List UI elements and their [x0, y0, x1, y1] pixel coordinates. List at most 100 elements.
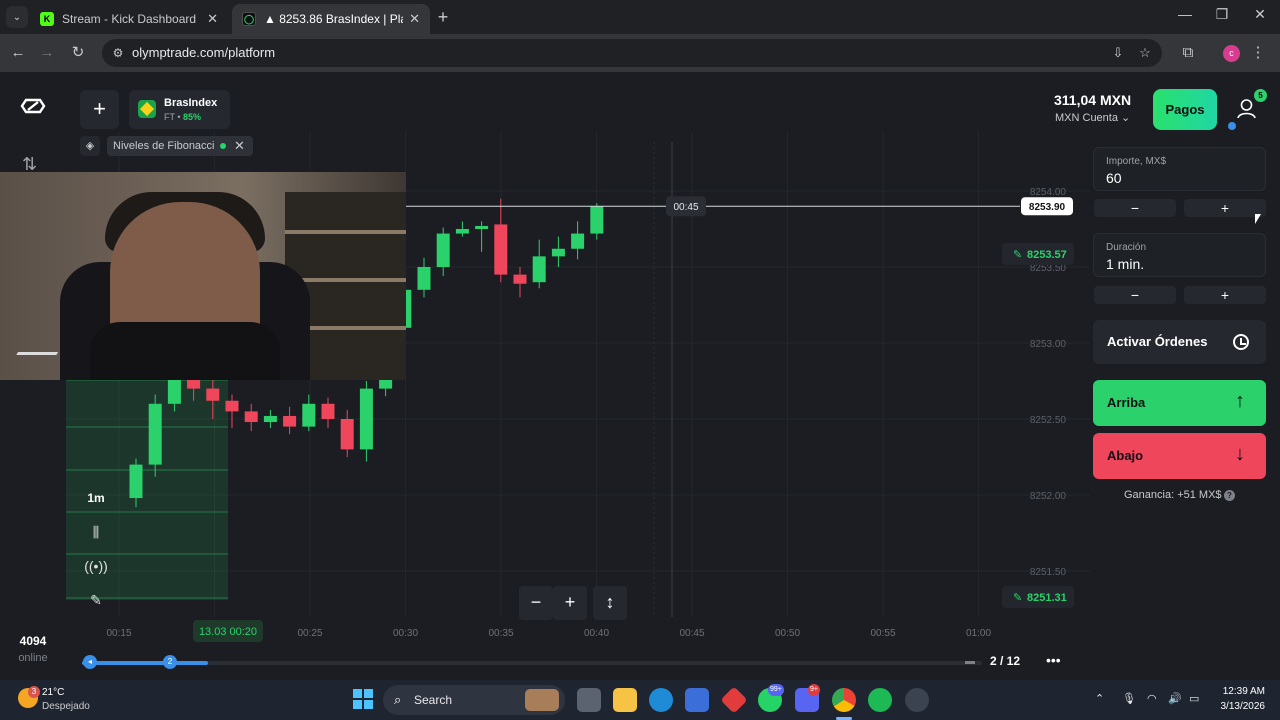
timeline-scrollbar[interactable]: ◂ 2: [82, 655, 982, 669]
back-button[interactable]: ←: [8, 43, 28, 63]
up-button[interactable]: Arriba ↑: [1093, 380, 1266, 426]
amount-field[interactable]: Importe, MX$ 60: [1093, 147, 1266, 191]
asset-selector[interactable]: BrasIndex FT • 85%: [129, 90, 230, 129]
add-asset-button[interactable]: +: [80, 90, 119, 129]
windows-start-icon[interactable]: [352, 688, 376, 712]
weather-badge: 3: [28, 686, 40, 698]
profile-avatar[interactable]: c: [1223, 45, 1240, 62]
battery-icon[interactable]: ▭: [1189, 692, 1199, 705]
duration-increase-button[interactable]: +: [1184, 286, 1266, 304]
store-icon[interactable]: [685, 688, 709, 712]
install-app-icon[interactable]: ⇩: [1110, 45, 1126, 61]
price-label: 8253.00: [1030, 339, 1067, 350]
arrow-up-icon: ↑: [1235, 390, 1245, 412]
menu-icon[interactable]: ⋮: [1248, 43, 1268, 63]
close-window-button[interactable]: ✕: [1245, 6, 1275, 23]
close-icon[interactable]: ✕: [207, 11, 218, 27]
upper-line-label: 8253.57: [1027, 249, 1067, 261]
timer-label: 00:45: [673, 202, 698, 213]
amount-decrease-button[interactable]: −: [1094, 199, 1176, 217]
zoom-in-button[interactable]: +: [553, 586, 587, 620]
extensions-icon[interactable]: ⧉: [1178, 43, 1198, 63]
reload-button[interactable]: ↻: [68, 43, 88, 63]
new-tab-button[interactable]: +: [434, 8, 452, 26]
address-bar[interactable]: ⚙ olymptrade.com/platform ⇩ ☆: [102, 39, 1162, 67]
notification-badge: 5: [1254, 89, 1267, 102]
tab-search-button[interactable]: ⌄: [6, 6, 28, 28]
pencil-icon: ✎: [1013, 249, 1022, 261]
show-hidden-icons[interactable]: ⌃: [1095, 692, 1104, 705]
candle-body: [494, 224, 508, 275]
timeline-start-handle[interactable]: ◂: [83, 655, 97, 669]
settings-icon[interactable]: [905, 688, 929, 712]
close-icon[interactable]: ✕: [409, 11, 420, 27]
tab-kick-dashboard[interactable]: K Stream - Kick Dashboard ✕: [30, 4, 228, 34]
task-view-icon[interactable]: [577, 688, 601, 712]
olymptrade-logo[interactable]: [20, 98, 46, 114]
chrome-icon[interactable]: [832, 688, 856, 712]
autoscale-button[interactable]: ↕: [593, 586, 627, 620]
site-settings-icon[interactable]: ⚙: [110, 45, 126, 61]
amount-increase-button[interactable]: +: [1184, 199, 1266, 217]
account-balance[interactable]: 311,04 MXN: [1054, 92, 1131, 108]
edge-icon[interactable]: [649, 688, 673, 712]
account-selector[interactable]: MXN Cuenta ⌄: [1055, 111, 1130, 124]
timeframe-button[interactable]: 1m: [80, 484, 112, 512]
time-label: 00:50: [775, 628, 800, 639]
app-red-icon[interactable]: [720, 686, 748, 714]
price-label: 8252.50: [1030, 415, 1067, 426]
olymptrade-icon: ◯: [242, 12, 256, 26]
down-label: Abajo: [1107, 448, 1144, 463]
signals-icon[interactable]: ((•)): [80, 552, 112, 580]
drawing-tools-icon[interactable]: ✎: [80, 586, 112, 614]
time-label: 00:15: [106, 628, 131, 639]
minimize-button[interactable]: —: [1170, 6, 1200, 22]
help-icon[interactable]: ?: [1224, 490, 1235, 501]
taskbar-search[interactable]: ⌕ Search: [383, 685, 565, 715]
file-explorer-icon[interactable]: [613, 688, 637, 712]
spotify-icon[interactable]: [868, 688, 892, 712]
wifi-icon[interactable]: ◠: [1147, 692, 1157, 705]
time-highlight-label: 13.03 00:20: [199, 626, 257, 638]
tab-olymptrade[interactable]: ◯ ▲ 8253.86 BrasIndex | Plataform ✕: [232, 4, 430, 34]
duration-decrease-button[interactable]: −: [1094, 286, 1176, 304]
duration-value: 1 min.: [1106, 256, 1145, 272]
pagination[interactable]: 2 / 12: [990, 654, 1020, 668]
time-label: 00:25: [297, 628, 322, 639]
taskbar-time[interactable]: 12:39 AM: [1221, 686, 1265, 697]
pending-orders-button[interactable]: Activar Órdenes: [1093, 320, 1266, 364]
candle-body: [436, 233, 450, 267]
duration-field[interactable]: Duración 1 min.: [1093, 233, 1266, 277]
candle-body: [206, 388, 220, 401]
close-icon[interactable]: ✕: [234, 136, 245, 156]
zoom-controls: − + ↕: [519, 586, 627, 620]
candle-body: [225, 400, 239, 412]
microphone-icon[interactable]: 🎙: [1122, 692, 1136, 705]
payments-button[interactable]: Pagos: [1153, 89, 1217, 130]
candle-body: [417, 267, 431, 290]
clock-icon: [1233, 334, 1249, 350]
profit-label: Ganancia: +51 MX$: [1124, 489, 1222, 501]
more-icon[interactable]: •••: [1046, 652, 1061, 668]
weather-temperature: 21°C: [42, 687, 65, 698]
bookmark-star-icon[interactable]: ☆: [1137, 45, 1153, 61]
tab-title: ▲ 8253.86 BrasIndex | Plataform: [264, 12, 403, 26]
url-text: olymptrade.com/platform: [132, 45, 276, 60]
restore-button[interactable]: ❐: [1207, 6, 1237, 23]
indicator-chip[interactable]: Niveles de Fibonacci ✕: [107, 136, 253, 156]
candle-body: [129, 464, 143, 499]
taskbar-date[interactable]: 3/13/2026: [1211, 701, 1266, 712]
down-button[interactable]: Abajo ↓: [1093, 433, 1266, 479]
online-count: 4094: [19, 634, 47, 648]
candle-type-icon[interactable]: ⫼: [80, 518, 112, 546]
volume-icon[interactable]: 🔊: [1168, 692, 1182, 705]
timeline-fill: [82, 661, 208, 665]
layers-icon[interactable]: ◈: [80, 136, 100, 156]
forward-button[interactable]: →: [37, 43, 57, 63]
time-label: 00:30: [393, 628, 418, 639]
timeline-handle[interactable]: 2: [163, 655, 177, 669]
layout-icon[interactable]: ▬: [965, 656, 975, 667]
brazil-flag-icon: [138, 100, 156, 118]
candle-body: [244, 411, 258, 423]
zoom-out-button[interactable]: −: [519, 586, 553, 620]
